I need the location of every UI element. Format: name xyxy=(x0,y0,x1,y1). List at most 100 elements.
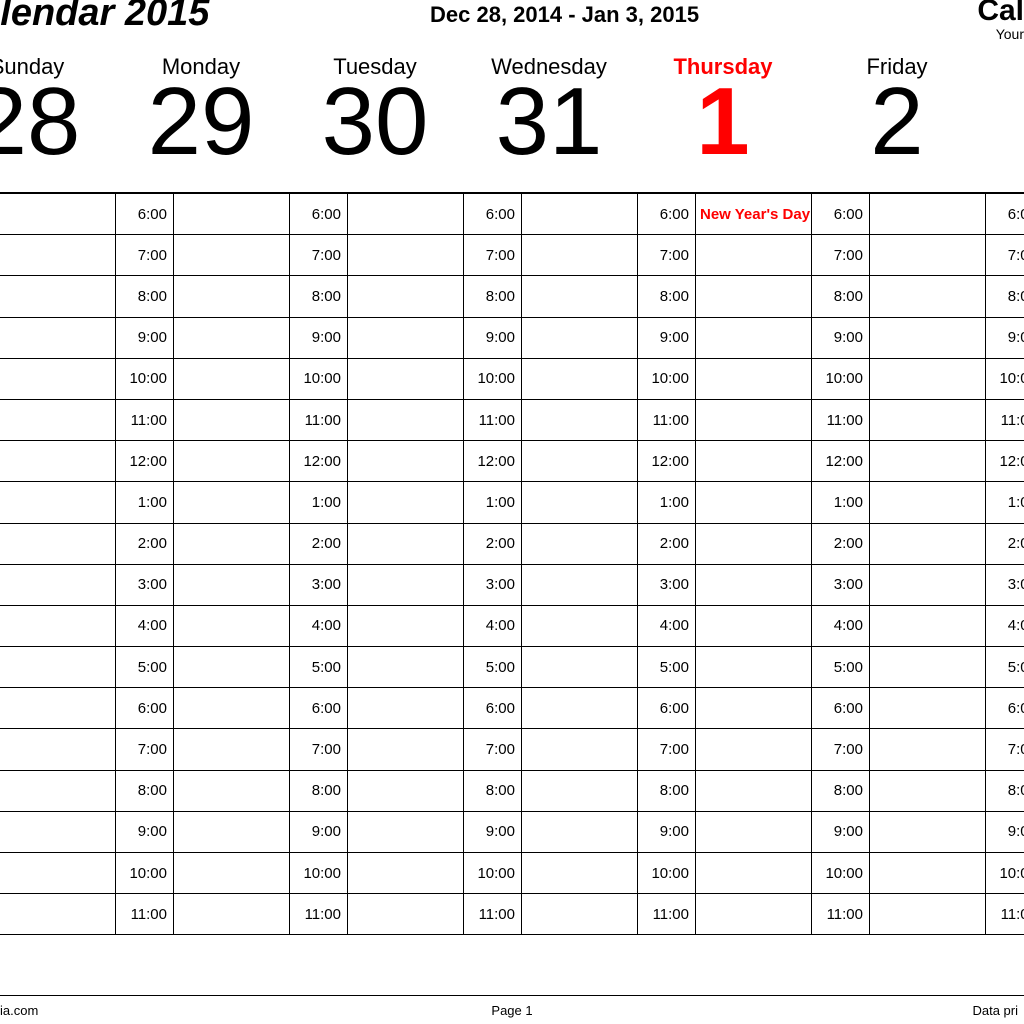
time-cell[interactable]: 12:00 xyxy=(290,441,464,481)
time-cell[interactable]: 11:00 xyxy=(290,400,464,440)
event-slot[interactable] xyxy=(870,812,985,852)
event-slot[interactable] xyxy=(870,606,985,646)
time-cell[interactable]: 9:00 xyxy=(116,812,290,852)
time-cell[interactable]: 2:00 xyxy=(812,524,986,564)
event-slot[interactable] xyxy=(348,441,463,481)
time-cell[interactable]: 11:00 xyxy=(638,894,812,934)
event-slot[interactable] xyxy=(522,894,637,934)
time-cell[interactable]: 8:00 xyxy=(290,276,464,316)
event-slot[interactable] xyxy=(0,359,115,399)
time-cell[interactable]: 10:00 xyxy=(464,853,638,893)
event-slot[interactable] xyxy=(348,194,463,234)
event-slot[interactable] xyxy=(870,853,985,893)
event-slot[interactable] xyxy=(870,647,985,687)
time-cell[interactable]: 3:00 xyxy=(638,565,812,605)
event-slot[interactable] xyxy=(0,894,115,934)
event-slot[interactable] xyxy=(870,771,985,811)
event-slot[interactable] xyxy=(0,318,115,358)
time-cell[interactable]: 8:00 xyxy=(116,771,290,811)
time-cell[interactable]: 10:00 xyxy=(116,853,290,893)
time-cell[interactable]: 10:00 xyxy=(986,853,1024,893)
time-cell[interactable]: 7:00 xyxy=(290,729,464,769)
time-cell[interactable]: 10:00 xyxy=(812,359,986,399)
time-cell[interactable]: 11:00 xyxy=(290,894,464,934)
time-cell[interactable]: 1:00 xyxy=(812,482,986,522)
time-cell[interactable]: 5:00 xyxy=(812,647,986,687)
event-slot[interactable]: New Year's Day xyxy=(696,194,811,234)
event-slot[interactable] xyxy=(174,606,289,646)
time-cell[interactable]: 6:00 xyxy=(0,688,116,728)
time-cell[interactable]: 7:00 xyxy=(638,729,812,769)
event-slot[interactable] xyxy=(870,524,985,564)
event-slot[interactable] xyxy=(696,482,811,522)
event-slot[interactable] xyxy=(696,524,811,564)
time-cell[interactable]: 11:00 xyxy=(0,400,116,440)
event-slot[interactable] xyxy=(522,194,637,234)
time-cell[interactable]: 8:00 xyxy=(986,771,1024,811)
event-slot[interactable] xyxy=(0,524,115,564)
event-slot[interactable] xyxy=(522,482,637,522)
time-cell[interactable]: 9:00 xyxy=(290,812,464,852)
time-cell[interactable]: 2:00 xyxy=(638,524,812,564)
time-cell[interactable]: 9:00 xyxy=(812,318,986,358)
time-cell[interactable]: 8:00 xyxy=(812,771,986,811)
time-cell[interactable]: 12:00 xyxy=(116,441,290,481)
time-cell[interactable]: 10:00 xyxy=(0,853,116,893)
time-cell[interactable]: 8:00 xyxy=(0,276,116,316)
event-slot[interactable] xyxy=(696,235,811,275)
time-cell[interactable]: 7:00 xyxy=(116,729,290,769)
event-slot[interactable] xyxy=(522,647,637,687)
time-cell[interactable]: 10:00 xyxy=(464,359,638,399)
time-cell[interactable]: 5:00 xyxy=(986,647,1024,687)
event-slot[interactable] xyxy=(0,853,115,893)
time-cell[interactable]: 5:00 xyxy=(638,647,812,687)
time-cell[interactable]: 4:00 xyxy=(116,606,290,646)
event-slot[interactable] xyxy=(870,359,985,399)
event-slot[interactable] xyxy=(348,606,463,646)
event-slot[interactable] xyxy=(174,524,289,564)
event-slot[interactable] xyxy=(696,894,811,934)
time-cell[interactable]: 4:00 xyxy=(464,606,638,646)
time-cell[interactable]: 8:00 xyxy=(812,276,986,316)
event-slot[interactable] xyxy=(696,441,811,481)
event-slot[interactable] xyxy=(174,400,289,440)
event-slot[interactable] xyxy=(348,565,463,605)
time-cell[interactable]: 11:00 xyxy=(464,400,638,440)
time-cell[interactable]: 6:00 xyxy=(0,194,116,234)
event-slot[interactable] xyxy=(0,771,115,811)
time-cell[interactable]: 7:00 xyxy=(116,235,290,275)
event-slot[interactable] xyxy=(0,235,115,275)
event-slot[interactable] xyxy=(522,235,637,275)
event-slot[interactable] xyxy=(870,276,985,316)
event-slot[interactable] xyxy=(174,235,289,275)
event-slot[interactable] xyxy=(522,276,637,316)
time-cell[interactable]: 6:00 xyxy=(986,688,1024,728)
time-cell[interactable]: 1:00 xyxy=(116,482,290,522)
time-cell[interactable]: 11:00 xyxy=(812,894,986,934)
time-cell[interactable]: 9:00 xyxy=(290,318,464,358)
event-slot[interactable] xyxy=(522,853,637,893)
time-cell[interactable]: 12:00 xyxy=(812,441,986,481)
event-slot[interactable] xyxy=(696,606,811,646)
time-cell[interactable]: 11:00 xyxy=(638,400,812,440)
time-cell[interactable]: 1:00 xyxy=(986,482,1024,522)
time-cell[interactable]: 10:00 xyxy=(986,359,1024,399)
time-cell[interactable]: 4:00 xyxy=(986,606,1024,646)
time-cell[interactable]: 3:00 xyxy=(812,565,986,605)
event-slot[interactable] xyxy=(522,441,637,481)
time-cell[interactable]: 3:00 xyxy=(986,565,1024,605)
time-cell[interactable]: 6:00 xyxy=(812,194,986,234)
time-cell[interactable]: 2:00 xyxy=(464,524,638,564)
event-slot[interactable] xyxy=(0,647,115,687)
time-cell[interactable]: 6:00 xyxy=(116,688,290,728)
time-cell[interactable]: 11:00 xyxy=(986,894,1024,934)
time-cell[interactable]: 2:00 xyxy=(986,524,1024,564)
time-cell[interactable]: 6:00New Year's Day xyxy=(638,194,812,234)
time-cell[interactable]: 8:00 xyxy=(638,771,812,811)
time-cell[interactable]: 11:00 xyxy=(986,400,1024,440)
event-slot[interactable] xyxy=(696,276,811,316)
event-slot[interactable] xyxy=(870,441,985,481)
time-cell[interactable]: 8:00 xyxy=(464,771,638,811)
time-cell[interactable]: 11:00 xyxy=(464,894,638,934)
event-slot[interactable] xyxy=(174,441,289,481)
